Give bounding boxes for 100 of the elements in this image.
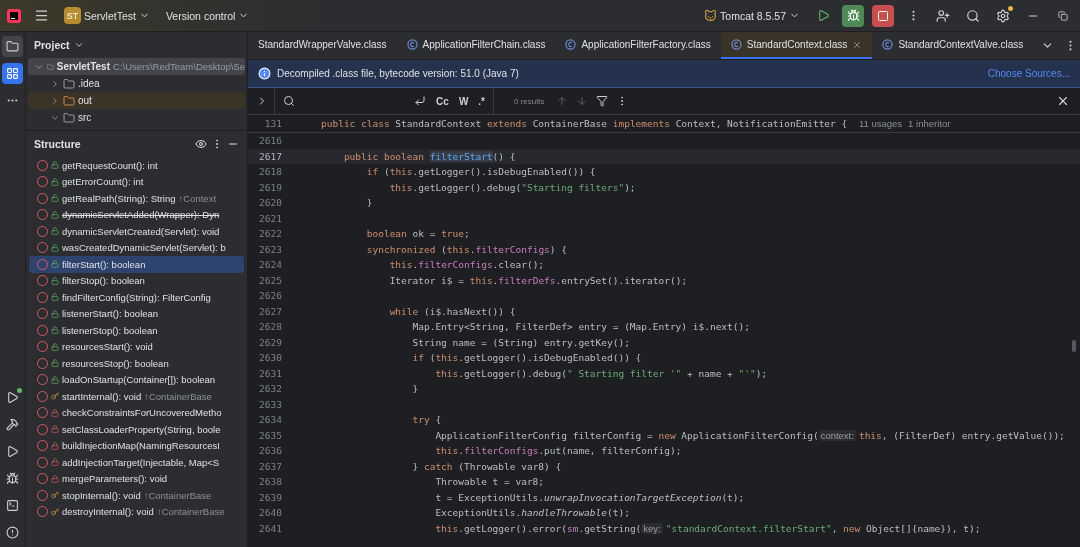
editor-tab[interactable]: ApplicationFilterFactory.class <box>555 32 721 59</box>
line-number: 2618 <box>258 166 282 178</box>
scrollbar-thumb[interactable] <box>1072 340 1076 352</box>
words-toggle[interactable]: W <box>458 95 469 107</box>
project-badge: ST <box>64 7 81 24</box>
structure-item[interactable]: destroyInternal(): void ↑ContainerBase <box>29 503 244 520</box>
inherited-from: ↑ContainerBase <box>143 489 212 501</box>
method-signature: setClassLoaderProperty(String, boole <box>62 423 221 435</box>
structure-item[interactable]: checkConstraintsForUncoveredMetho <box>29 404 244 421</box>
project-dropdown[interactable]: ST ServletTest <box>60 7 154 24</box>
info-icon <box>258 67 271 80</box>
filter-icon[interactable] <box>596 95 609 107</box>
unlocked-padlock-icon <box>51 177 59 186</box>
unlocked-padlock-icon <box>51 260 59 269</box>
structure-item[interactable]: findFilterConfig(String): FilterConfig <box>29 289 244 306</box>
line-number: 2624 <box>258 259 282 271</box>
line-number: 2619 <box>258 181 282 193</box>
search-field[interactable]: Cc W .* <box>274 88 494 114</box>
method-signature: checkConstraintsForUncoveredMetho <box>62 407 222 419</box>
results-count: 0 results <box>514 96 545 106</box>
structure-item[interactable]: getRequestCount(): int <box>29 157 244 174</box>
project-path: C:\Users\RedTeam\Desktop\Se <box>113 61 245 72</box>
chevron-down-icon[interactable] <box>73 40 84 50</box>
close-icon[interactable] <box>1056 94 1070 108</box>
code-line: } <box>365 197 373 209</box>
editor-tab[interactable]: StandardContextValve.class <box>872 32 1034 59</box>
code-line: while (i$.hasNext()) { <box>388 305 516 317</box>
structure-item[interactable]: addInjectionTarget(Injectable, Map<S <box>29 454 244 471</box>
banner-message: Decompiled .class file, bytecode version: 51.0 (Java 7) <box>277 68 519 79</box>
line-number: 2631 <box>258 367 282 379</box>
stop-button[interactable] <box>872 4 894 27</box>
chevron-right-icon[interactable] <box>50 78 60 89</box>
method-signature: destroyInternal(): void <box>62 506 154 518</box>
structure-item[interactable]: stopInternal(): void ↑ContainerBase <box>29 487 244 504</box>
code-line: this.getLogger().debug(" Starting filter '" + name + "'"); <box>434 367 768 379</box>
padlock-icon <box>51 425 59 434</box>
structure-item[interactable]: startInternal(): void ↑ContainerBase <box>29 388 244 405</box>
regex-toggle[interactable]: .* <box>478 95 485 107</box>
line-number: 2640 <box>258 507 282 519</box>
choose-sources-link[interactable]: Choose Sources... <box>987 68 1070 79</box>
structure-item[interactable]: filterStart(): boolean <box>29 256 244 273</box>
unlocked-padlock-icon <box>51 194 59 203</box>
tree-item[interactable]: .idea <box>28 75 245 92</box>
structure-item[interactable]: getRealPath(String): String ↑Context <box>29 190 244 207</box>
structure-item[interactable]: wasCreatedDynamicServlet(Servlet): b <box>29 239 244 256</box>
unlocked-padlock-icon <box>51 243 59 252</box>
structure-item[interactable]: filterStop(): boolean <box>29 272 244 289</box>
method-signature: listenerStop(): boolean <box>62 324 158 336</box>
method-signature: loadOnStartup(Container[]): boolean <box>62 374 216 386</box>
debug-button[interactable] <box>842 4 864 27</box>
app-logo-icon <box>6 7 22 24</box>
restore-icon <box>1058 10 1068 21</box>
tree-item[interactable]: ServletTest C:\Users\RedTeam\Desktop\Se <box>28 58 245 75</box>
structure-item[interactable]: setClassLoaderProperty(String, boole <box>29 421 244 438</box>
structure-item[interactable]: resourcesStop(): boolean <box>29 355 244 372</box>
folder-icon <box>63 111 75 124</box>
class-icon <box>406 39 418 50</box>
editor-tab[interactable]: ApplicationFilterChain.class <box>396 32 556 59</box>
cat-icon <box>704 9 718 22</box>
panel-title[interactable]: Project <box>34 39 70 51</box>
structure-item[interactable]: mergeParameters(): void <box>29 470 244 487</box>
structure-item[interactable]: resourcesStart(): void <box>29 338 244 355</box>
tree-item[interactable]: out <box>28 92 245 109</box>
class-icon <box>565 39 577 50</box>
method-signature: mergeParameters(): void <box>62 473 168 485</box>
structure-item[interactable]: dynamicServletCreated(Servlet): void <box>29 223 244 240</box>
structure-tool-button[interactable] <box>2 63 23 84</box>
method-signature: listenerStart(): boolean <box>62 308 159 320</box>
vcs-dropdown[interactable]: Version control <box>161 9 254 22</box>
unlocked-padlock-icon <box>51 293 59 302</box>
structure-item[interactable]: dynamicServletAdded(Wrapper): Dyn <box>29 206 244 223</box>
line-number: 2635 <box>258 429 282 441</box>
structure-item[interactable]: listenerStop(): boolean <box>29 322 244 339</box>
tree-item-label: src <box>78 112 92 123</box>
add-user-icon <box>936 8 950 23</box>
project-tool-button[interactable] <box>2 36 23 57</box>
stop-icon <box>877 9 889 22</box>
unlocked-padlock-icon <box>51 342 59 351</box>
method-signature: buildInjectionMap(NamingResourcesI <box>62 440 220 452</box>
eye-icon[interactable] <box>195 138 207 150</box>
tree-item[interactable]: src <box>28 109 245 126</box>
editor-tab[interactable]: StandardContext.class <box>720 32 873 59</box>
method-signature: resourcesStop(): boolean <box>62 357 169 369</box>
line-number: 131 <box>263 118 282 129</box>
structure-item[interactable]: buildInjectionMap(NamingResourcesI <box>29 437 244 454</box>
structure-item[interactable]: getErrorCount(): int <box>29 173 244 190</box>
method-signature: filterStart(): boolean <box>62 258 146 270</box>
code-line: this.getLogger().debug("Starting filters"); <box>388 181 636 193</box>
unlocked-padlock-icon <box>51 161 59 170</box>
unlocked-padlock-icon <box>51 359 59 368</box>
line-number: 2625 <box>258 274 282 286</box>
new-line-icon[interactable] <box>414 95 427 107</box>
match-case-toggle[interactable]: Cc <box>436 95 449 107</box>
editor-tab[interactable]: StandardWrapperValve.class <box>248 32 397 59</box>
structure-item[interactable]: listenerStart(): boolean <box>29 305 244 322</box>
chevron-right-icon[interactable] <box>50 95 60 106</box>
structure-item[interactable]: loadOnStartup(Container[]): boolean <box>29 371 244 388</box>
bug-icon <box>6 472 19 485</box>
run-config-dropdown[interactable]: Tomcat 8.5.57 <box>700 9 804 22</box>
unlocked-padlock-icon <box>51 309 59 318</box>
